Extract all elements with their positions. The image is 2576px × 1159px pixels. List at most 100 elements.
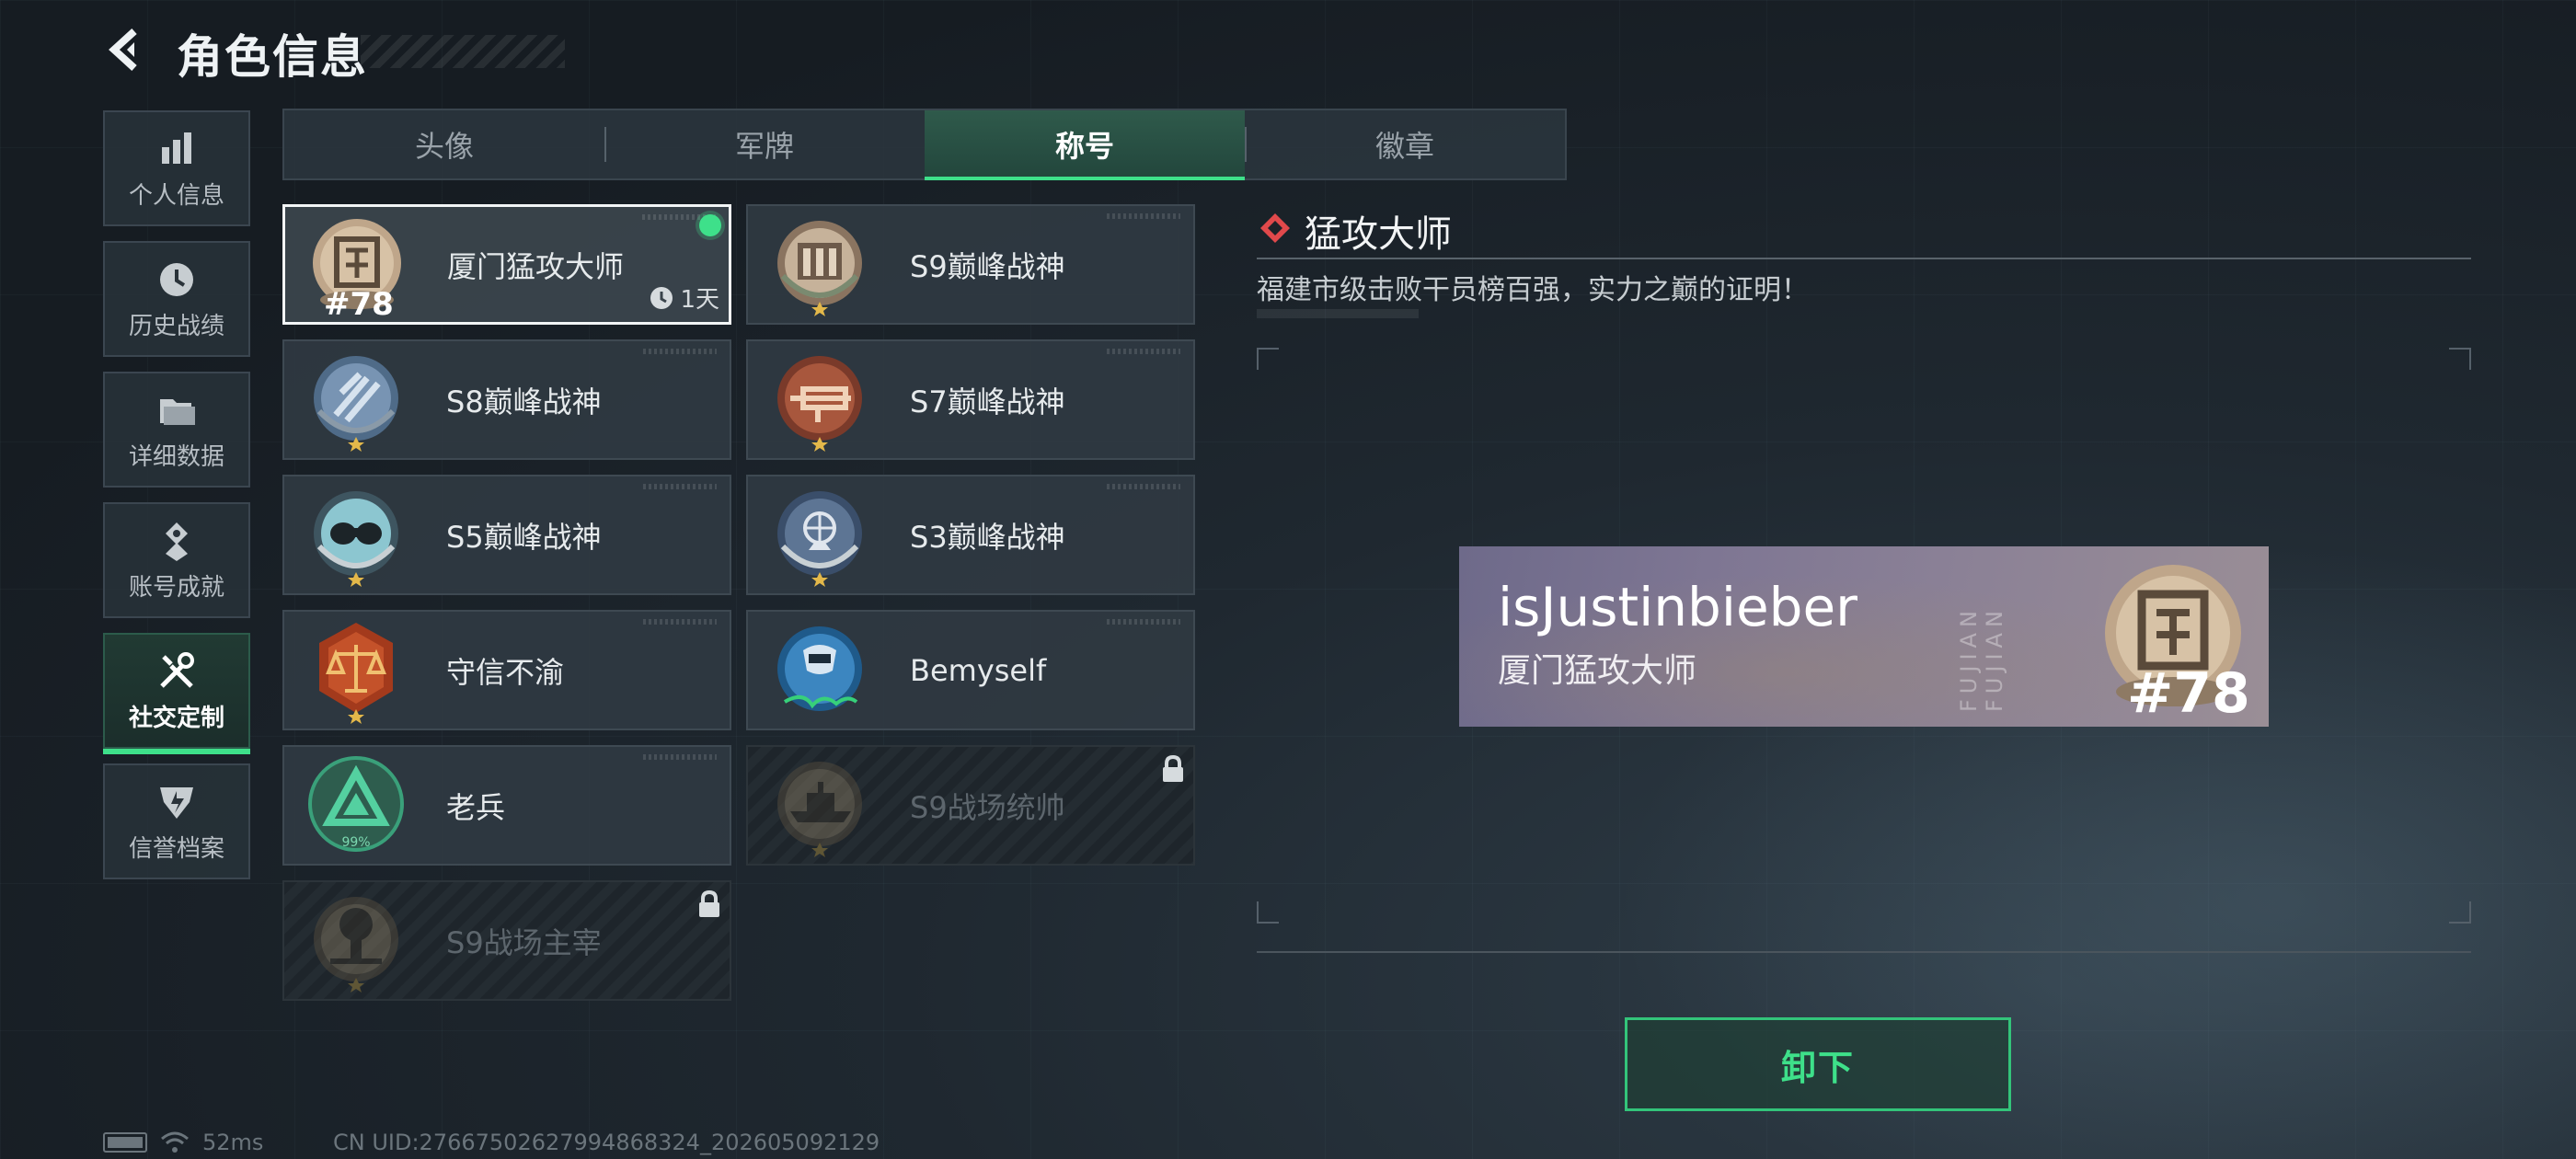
- preview-rank-value: 78: [2173, 661, 2250, 719]
- shield-icon: [160, 786, 193, 819]
- card-decoration: [1107, 349, 1180, 354]
- card-decoration: [1107, 619, 1180, 625]
- back-button[interactable]: [103, 24, 155, 75]
- sidebar-item-personal-info[interactable]: 个人信息: [103, 110, 250, 226]
- title-name: S9巅峰战神: [910, 248, 1065, 284]
- lock-icon: [1163, 754, 1183, 782]
- title-decoration: [361, 35, 565, 68]
- wifi-icon: [161, 1131, 189, 1153]
- title-card-xiamen[interactable]: #78 厦门猛攻大师 1天: [282, 204, 731, 325]
- title-name: S5巅峰战神: [446, 519, 602, 555]
- title-diamond-icon: [1260, 213, 1290, 243]
- ping-value: 52ms: [202, 1130, 264, 1155]
- title-name: 老兵: [446, 789, 506, 825]
- title-card-s5-peak[interactable]: S5巅峰战神: [282, 475, 731, 595]
- scales-medal-icon: [319, 622, 393, 724]
- detail-title: 猛攻大师: [1305, 213, 1452, 256]
- sidebar-item-credit[interactable]: 信誉档案: [103, 763, 250, 879]
- tab-title[interactable]: 称号: [925, 110, 1245, 180]
- title-card-s7-peak[interactable]: S7巅峰战神: [746, 339, 1195, 460]
- s3-peak-medal-icon: [777, 490, 862, 587]
- user-uid: CN UID:27667502627994868324_202605092129: [333, 1130, 880, 1155]
- sidebar-item-achievements[interactable]: 账号成就: [103, 502, 250, 618]
- tab-bar: 头像 军牌 称号 徽章: [282, 109, 1567, 180]
- sidebar-item-history[interactable]: 历史战绩: [103, 241, 250, 357]
- tab-badge[interactable]: 徽章: [1245, 110, 1565, 178]
- back-arrow-icon: [109, 29, 137, 71]
- lock-icon: [699, 889, 719, 917]
- title-name: 守信不渝: [446, 654, 565, 690]
- title-name: S9战场主宰: [446, 924, 602, 960]
- tools-icon: [160, 651, 194, 688]
- bar-chart-icon: [162, 132, 191, 164]
- clock-icon: [650, 286, 673, 309]
- title-plate-preview: isJustinbieber 厦门猛攻大师 FUJIAN FUJIAN #78: [1459, 546, 2269, 727]
- title-card-veteran[interactable]: 99% 老兵: [282, 745, 731, 866]
- card-decoration: [1107, 484, 1180, 489]
- sidebar: 个人信息 历史战绩 详细数据 账号成就 社交定制 信誉档案: [103, 110, 250, 894]
- title-name: S3巅峰战神: [910, 519, 1065, 555]
- time-remaining: 1天: [649, 281, 719, 315]
- title-card-s9-peak[interactable]: S9巅峰战神: [746, 204, 1195, 325]
- sidebar-item-label: 账号成就: [128, 573, 224, 602]
- unequip-label: 卸下: [1780, 1047, 1855, 1088]
- s9-commander-medal-icon: [777, 761, 862, 857]
- card-decoration: [643, 484, 717, 489]
- sidebar-item-label: 社交定制: [128, 704, 224, 732]
- status-bar: 52ms: [103, 1130, 263, 1155]
- frame-corner: [1257, 901, 1279, 924]
- preview-player-name: isJustinbieber: [1498, 576, 1857, 638]
- s7-peak-medal-icon: [777, 355, 862, 452]
- folder-icon: [160, 398, 195, 425]
- detail-description: 福建市级击败干员榜百强，实力之巅的证明！: [1257, 274, 1809, 306]
- sidebar-item-label: 个人信息: [128, 181, 224, 210]
- unequip-button[interactable]: 卸下: [1625, 1017, 2011, 1111]
- equipped-indicator: [699, 214, 721, 236]
- preview-title-name: 厦门猛攻大师: [1498, 652, 1697, 690]
- frame-corner: [2449, 348, 2471, 370]
- sidebar-item-label: 信誉档案: [128, 834, 224, 863]
- detail-bottom-divider: [1257, 951, 2471, 953]
- bemyself-medal-icon: [777, 625, 862, 711]
- card-decoration: [643, 619, 717, 625]
- s5-peak-medal-icon: [314, 490, 398, 587]
- title-card-keep-faith[interactable]: 守信不渝: [282, 610, 731, 730]
- frame-corner: [1257, 348, 1279, 370]
- title-card-s3-peak[interactable]: S3巅峰战神: [746, 475, 1195, 595]
- preview-province-text: FUJIAN FUJIAN: [1956, 605, 2007, 712]
- title-card-s9-dominator[interactable]: S9战场主宰: [282, 880, 731, 1001]
- tab-dog-tag[interactable]: 军牌: [604, 110, 925, 178]
- title-card-s8-peak[interactable]: S8巅峰战神: [282, 339, 731, 460]
- detail-decoration: [1257, 309, 1419, 318]
- tab-avatar[interactable]: 头像: [284, 110, 604, 178]
- veteran-percent: 99%: [341, 835, 370, 850]
- title-grid: #78 厦门猛攻大师 1天 S9巅峰战神 S8巅峰战神 S7巅峰战神 S5巅峰战…: [282, 204, 1195, 1001]
- achievement-icon: [166, 522, 188, 561]
- title-card-s9-commander[interactable]: S9战场统帅: [746, 745, 1195, 866]
- preview-rank: #78: [2127, 661, 2250, 719]
- rank-value: 78: [350, 286, 394, 323]
- sidebar-item-detail-data[interactable]: 详细数据: [103, 372, 250, 488]
- title-name: S7巅峰战神: [910, 384, 1065, 419]
- detail-divider: [1257, 258, 2471, 259]
- time-remaining-value: 1天: [680, 286, 719, 314]
- title-name: S9战场统帅: [910, 789, 1065, 825]
- card-decoration: [1107, 213, 1180, 219]
- sidebar-item-social-custom[interactable]: 社交定制: [103, 633, 250, 754]
- title-name: S8巅峰战神: [446, 384, 602, 419]
- sidebar-item-label: 历史战绩: [128, 312, 224, 340]
- rank-number: #78: [324, 286, 394, 323]
- title-card-bemyself[interactable]: Bemyself: [746, 610, 1195, 730]
- veteran-medal-icon: 99%: [308, 755, 404, 852]
- battery-icon: [103, 1132, 147, 1153]
- s9-dominator-medal-icon: [314, 896, 398, 993]
- sidebar-item-label: 详细数据: [128, 442, 224, 471]
- card-decoration: [643, 349, 717, 354]
- xiamen-medal-icon: #78: [2105, 565, 2250, 719]
- s9-peak-medal-icon: [777, 220, 862, 316]
- frame-corner: [2449, 901, 2471, 924]
- title-name: Bemyself: [910, 652, 1047, 688]
- card-decoration: [643, 754, 717, 760]
- clock-icon: [160, 262, 193, 296]
- title-name: 厦门猛攻大师: [447, 248, 625, 284]
